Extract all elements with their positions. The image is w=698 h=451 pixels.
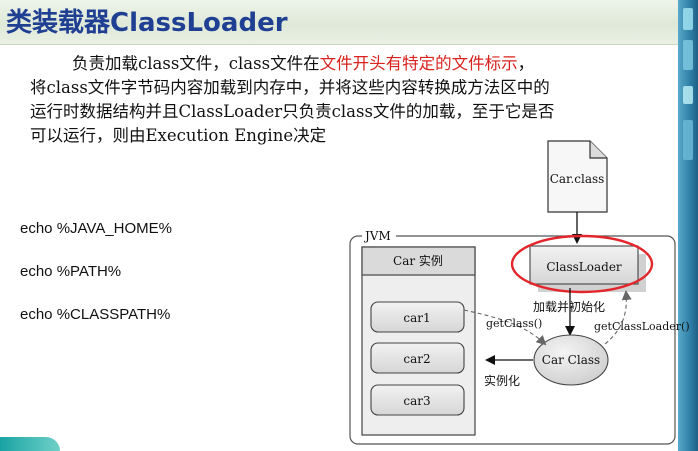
- classloader-diagram: Car.class JVM Car 实例 car1 car2 car3 Clas…: [349, 140, 690, 445]
- instance-car2: car2: [370, 342, 465, 374]
- file-label: Car.class: [550, 172, 605, 186]
- load-init-label: 加载并初始化: [533, 300, 605, 314]
- car-class-file-icon: Car.class: [547, 140, 608, 213]
- instance-label: car2: [403, 352, 430, 366]
- car-class-node: Car Class: [533, 334, 609, 386]
- getclassloader-arrow: [604, 290, 632, 345]
- classloader-label: ClassLoader: [546, 260, 622, 274]
- getclass-label: getClass(): [486, 317, 542, 330]
- car-class-label: Car Class: [542, 353, 600, 367]
- instance-car3: car3: [370, 384, 465, 416]
- instance-label: car1: [403, 311, 430, 325]
- instance-label: car3: [403, 394, 430, 408]
- getclassloader-label: getClassLoader(): [594, 320, 690, 333]
- instantiate-label: 实例化: [484, 373, 520, 388]
- instance-header: Car 实例: [393, 253, 443, 268]
- instance-car1: car1: [370, 301, 465, 333]
- jvm-label: JVM: [363, 229, 391, 243]
